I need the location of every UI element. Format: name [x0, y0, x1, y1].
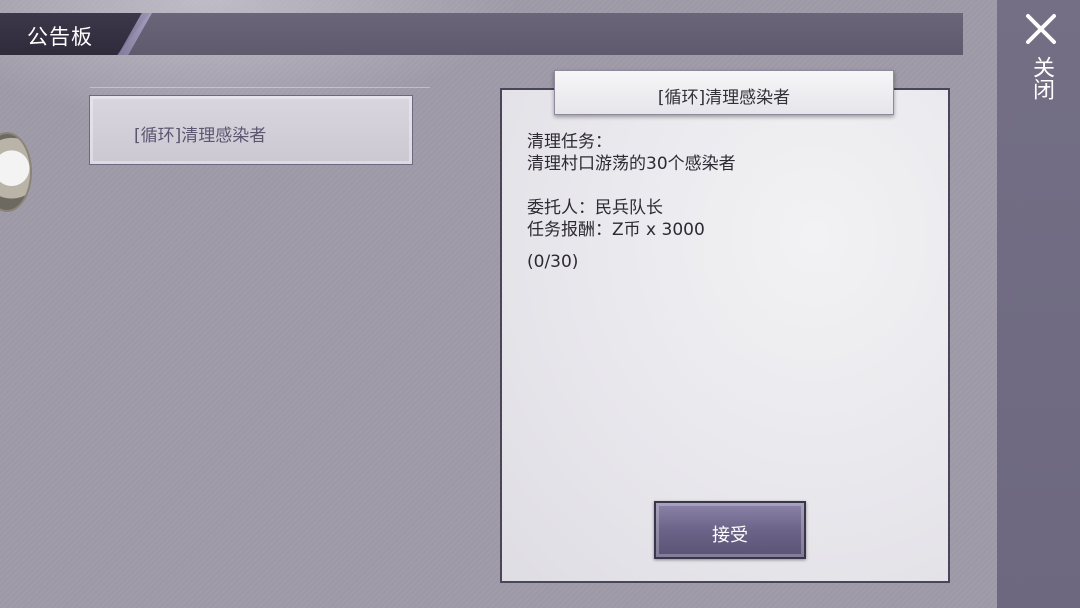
client-info: 委托人：民兵队长: [527, 198, 663, 218]
list-divider: [90, 87, 430, 88]
quest-list-item[interactable]: [循环]清理感染者: [89, 95, 413, 165]
task-label: 清理任务：: [527, 132, 612, 152]
reward-info: 任务报酬：Z币 x 3000: [527, 220, 705, 240]
npc-avatar: [0, 132, 32, 212]
accept-button[interactable]: 接受: [654, 501, 806, 559]
quest-detail-title-strip: [循环]清理感染者: [554, 70, 894, 115]
close-button[interactable]: 关闭: [1012, 8, 1068, 120]
task-description: 清理村口游荡的30个感染者: [527, 154, 736, 174]
page-title: 公告板: [27, 25, 93, 49]
close-icon: [1026, 14, 1056, 44]
quest-detail-title: [循环]清理感染者: [657, 88, 791, 108]
quest-list-item-label: [循环]清理感染者: [134, 126, 267, 146]
accept-button-label: 接受: [712, 525, 748, 546]
progress-text: (0/30): [527, 252, 579, 272]
close-button-label: 关闭: [1029, 56, 1054, 100]
